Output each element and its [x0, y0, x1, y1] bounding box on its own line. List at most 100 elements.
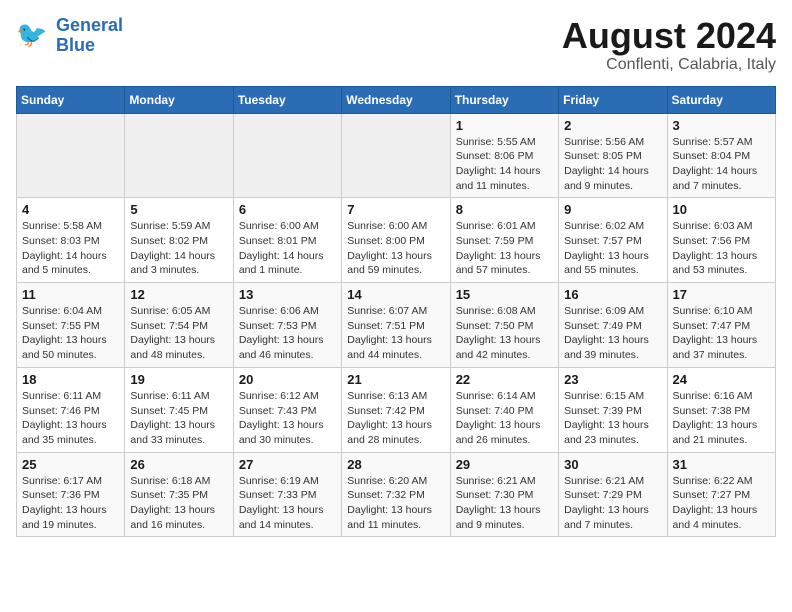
- calendar-cell: 4 Sunrise: 5:58 AMSunset: 8:03 PMDaylight…: [17, 198, 125, 283]
- day-info: Sunrise: 6:19 AMSunset: 7:33 PMDaylight:…: [239, 474, 336, 533]
- calendar-cell: 27 Sunrise: 6:19 AMSunset: 7:33 PMDayligh…: [233, 452, 341, 537]
- day-info: Sunrise: 6:12 AMSunset: 7:43 PMDaylight:…: [239, 389, 336, 448]
- logo-text: General Blue: [56, 16, 123, 56]
- week-row-3: 11 Sunrise: 6:04 AMSunset: 7:55 PMDayligh…: [17, 283, 776, 368]
- day-info: Sunrise: 6:15 AMSunset: 7:39 PMDaylight:…: [564, 389, 661, 448]
- calendar-cell: [17, 113, 125, 198]
- day-info: Sunrise: 5:56 AMSunset: 8:05 PMDaylight:…: [564, 135, 661, 194]
- day-number: 21: [347, 372, 444, 387]
- weekday-header-friday: Friday: [559, 86, 667, 113]
- logo-line1: General: [56, 15, 123, 35]
- calendar-cell: 20 Sunrise: 6:12 AMSunset: 7:43 PMDayligh…: [233, 367, 341, 452]
- weekday-header-tuesday: Tuesday: [233, 86, 341, 113]
- calendar-subtitle: Conflenti, Calabria, Italy: [562, 56, 776, 74]
- day-info: Sunrise: 6:11 AMSunset: 7:46 PMDaylight:…: [22, 389, 119, 448]
- weekday-header-sunday: Sunday: [17, 86, 125, 113]
- day-info: Sunrise: 6:05 AMSunset: 7:54 PMDaylight:…: [130, 304, 227, 363]
- calendar-cell: 13 Sunrise: 6:06 AMSunset: 7:53 PMDayligh…: [233, 283, 341, 368]
- day-number: 25: [22, 457, 119, 472]
- calendar-cell: 7 Sunrise: 6:00 AMSunset: 8:00 PMDaylight…: [342, 198, 450, 283]
- logo: 🐦 General Blue: [16, 16, 123, 56]
- calendar-cell: 30Sunrise: 6:21 AMSunset: 7:29 PMDayligh…: [559, 452, 667, 537]
- weekday-header-saturday: Saturday: [667, 86, 775, 113]
- logo-icon: 🐦: [16, 18, 52, 54]
- calendar-cell: 22 Sunrise: 6:14 AMSunset: 7:40 PMDayligh…: [450, 367, 558, 452]
- day-info: Sunrise: 6:11 AMSunset: 7:45 PMDaylight:…: [130, 389, 227, 448]
- day-number: 22: [456, 372, 553, 387]
- day-info: Sunrise: 6:21 AMSunset: 7:30 PMDaylight:…: [456, 474, 553, 533]
- calendar-cell: 23Sunrise: 6:15 AMSunset: 7:39 PMDayligh…: [559, 367, 667, 452]
- week-row-4: 18 Sunrise: 6:11 AMSunset: 7:46 PMDayligh…: [17, 367, 776, 452]
- calendar-cell: 5 Sunrise: 5:59 AMSunset: 8:02 PMDaylight…: [125, 198, 233, 283]
- day-number: 8: [456, 202, 553, 217]
- week-row-1: 1Sunrise: 5:55 AMSunset: 8:06 PMDaylight…: [17, 113, 776, 198]
- logo-line2: Blue: [56, 35, 95, 55]
- calendar-cell: 19 Sunrise: 6:11 AMSunset: 7:45 PMDayligh…: [125, 367, 233, 452]
- day-info: Sunrise: 6:14 AMSunset: 7:40 PMDaylight:…: [456, 389, 553, 448]
- day-number: 31: [673, 457, 770, 472]
- day-info: Sunrise: 6:02 AMSunset: 7:57 PMDaylight:…: [564, 219, 661, 278]
- calendar-cell: 17 Sunrise: 6:10 AMSunset: 7:47 PMDayligh…: [667, 283, 775, 368]
- calendar-cell: 10 Sunrise: 6:03 AMSunset: 7:56 PMDayligh…: [667, 198, 775, 283]
- day-number: 27: [239, 457, 336, 472]
- day-number: 28: [347, 457, 444, 472]
- day-info: Sunrise: 6:22 AMSunset: 7:27 PMDaylight:…: [673, 474, 770, 533]
- day-number: 15: [456, 287, 553, 302]
- day-info: Sunrise: 6:17 AMSunset: 7:36 PMDaylight:…: [22, 474, 119, 533]
- day-number: 29: [456, 457, 553, 472]
- day-number: 14: [347, 287, 444, 302]
- day-info: Sunrise: 6:08 AMSunset: 7:50 PMDaylight:…: [456, 304, 553, 363]
- calendar-cell: 31 Sunrise: 6:22 AMSunset: 7:27 PMDayligh…: [667, 452, 775, 537]
- day-number: 24: [673, 372, 770, 387]
- calendar-cell: 25 Sunrise: 6:17 AMSunset: 7:36 PMDayligh…: [17, 452, 125, 537]
- day-number: 12: [130, 287, 227, 302]
- calendar-cell: [342, 113, 450, 198]
- day-info: Sunrise: 6:00 AMSunset: 8:00 PMDaylight:…: [347, 219, 444, 278]
- day-info: Sunrise: 6:13 AMSunset: 7:42 PMDaylight:…: [347, 389, 444, 448]
- day-number: 2: [564, 118, 661, 133]
- day-info: Sunrise: 6:21 AMSunset: 7:29 PMDaylight:…: [564, 474, 661, 533]
- day-number: 3: [673, 118, 770, 133]
- day-number: 10: [673, 202, 770, 217]
- day-info: Sunrise: 6:06 AMSunset: 7:53 PMDaylight:…: [239, 304, 336, 363]
- page-header: 🐦 General Blue August 2024 Conflenti, Ca…: [16, 16, 776, 74]
- day-number: 19: [130, 372, 227, 387]
- day-info: Sunrise: 6:10 AMSunset: 7:47 PMDaylight:…: [673, 304, 770, 363]
- day-number: 11: [22, 287, 119, 302]
- calendar-table: SundayMondayTuesdayWednesdayThursdayFrid…: [16, 86, 776, 538]
- day-info: Sunrise: 6:07 AMSunset: 7:51 PMDaylight:…: [347, 304, 444, 363]
- calendar-title: August 2024: [562, 16, 776, 56]
- calendar-cell: 9Sunrise: 6:02 AMSunset: 7:57 PMDaylight…: [559, 198, 667, 283]
- day-number: 6: [239, 202, 336, 217]
- calendar-cell: 1Sunrise: 5:55 AMSunset: 8:06 PMDaylight…: [450, 113, 558, 198]
- day-info: Sunrise: 6:18 AMSunset: 7:35 PMDaylight:…: [130, 474, 227, 533]
- day-number: 5: [130, 202, 227, 217]
- week-row-2: 4 Sunrise: 5:58 AMSunset: 8:03 PMDaylight…: [17, 198, 776, 283]
- day-info: Sunrise: 5:57 AMSunset: 8:04 PMDaylight:…: [673, 135, 770, 194]
- day-info: Sunrise: 5:59 AMSunset: 8:02 PMDaylight:…: [130, 219, 227, 278]
- calendar-cell: 2 Sunrise: 5:56 AMSunset: 8:05 PMDaylight…: [559, 113, 667, 198]
- day-number: 4: [22, 202, 119, 217]
- calendar-cell: [233, 113, 341, 198]
- day-number: 16: [564, 287, 661, 302]
- day-number: 7: [347, 202, 444, 217]
- day-number: 13: [239, 287, 336, 302]
- day-number: 20: [239, 372, 336, 387]
- calendar-cell: 6Sunrise: 6:00 AMSunset: 8:01 PMDaylight…: [233, 198, 341, 283]
- calendar-cell: 3 Sunrise: 5:57 AMSunset: 8:04 PMDaylight…: [667, 113, 775, 198]
- day-info: Sunrise: 6:01 AMSunset: 7:59 PMDaylight:…: [456, 219, 553, 278]
- calendar-cell: 12 Sunrise: 6:05 AMSunset: 7:54 PMDayligh…: [125, 283, 233, 368]
- weekday-header-row: SundayMondayTuesdayWednesdayThursdayFrid…: [17, 86, 776, 113]
- calendar-cell: 28Sunrise: 6:20 AMSunset: 7:32 PMDayligh…: [342, 452, 450, 537]
- day-number: 17: [673, 287, 770, 302]
- day-info: Sunrise: 6:03 AMSunset: 7:56 PMDaylight:…: [673, 219, 770, 278]
- day-number: 18: [22, 372, 119, 387]
- calendar-cell: 26Sunrise: 6:18 AMSunset: 7:35 PMDayligh…: [125, 452, 233, 537]
- day-info: Sunrise: 6:04 AMSunset: 7:55 PMDaylight:…: [22, 304, 119, 363]
- day-number: 1: [456, 118, 553, 133]
- calendar-cell: 8 Sunrise: 6:01 AMSunset: 7:59 PMDaylight…: [450, 198, 558, 283]
- day-info: Sunrise: 5:58 AMSunset: 8:03 PMDaylight:…: [22, 219, 119, 278]
- calendar-cell: 21 Sunrise: 6:13 AMSunset: 7:42 PMDayligh…: [342, 367, 450, 452]
- weekday-header-wednesday: Wednesday: [342, 86, 450, 113]
- calendar-cell: [125, 113, 233, 198]
